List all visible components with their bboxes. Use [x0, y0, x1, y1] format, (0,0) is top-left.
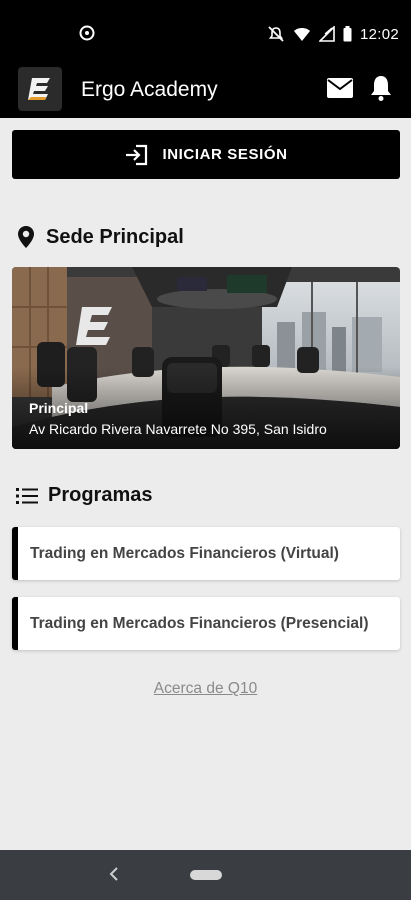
campus-caption: Principal Av Ricardo Rivera Navarrete No…: [29, 400, 327, 437]
about-q10-link[interactable]: Acerca de Q10: [0, 680, 411, 698]
app-bar: Ergo Academy: [0, 66, 411, 118]
login-button-label: INICIAR SESIÓN: [162, 146, 288, 163]
clock: 12:02: [359, 25, 399, 43]
programs-section-header: Programas: [16, 484, 153, 507]
wifi-icon: [293, 28, 310, 41]
back-icon[interactable]: [104, 862, 124, 886]
system-nav-bar: [0, 850, 411, 900]
bell-icon[interactable]: [368, 74, 394, 102]
ergo-logo-icon: [28, 78, 50, 100]
program-item-label: Trading en Mercados Financieros (Virtual…: [30, 544, 339, 562]
programs-section-title: Programas: [48, 484, 153, 506]
main-content: INICIAR SESIÓN Sede Principal Principal …: [0, 118, 411, 850]
campus-name: Principal: [29, 400, 89, 416]
app-title: Ergo Academy: [81, 78, 218, 101]
status-icons: 12:02: [267, 24, 399, 44]
status-bar: 12:02: [0, 0, 411, 66]
list-icon: [16, 487, 38, 504]
program-item-presencial[interactable]: Trading en Mercados Financieros (Presenc…: [12, 597, 400, 650]
login-button[interactable]: INICIAR SESIÓN: [12, 130, 400, 179]
app-logo: [18, 67, 62, 111]
data-saver-icon: [79, 25, 95, 41]
home-pill[interactable]: [190, 870, 222, 880]
battery-icon: [343, 26, 352, 42]
mute-icon: [268, 26, 284, 42]
program-item-label: Trading en Mercados Financieros (Presenc…: [30, 614, 369, 632]
program-item-virtual[interactable]: Trading en Mercados Financieros (Virtual…: [12, 527, 400, 580]
mail-icon[interactable]: [326, 76, 354, 100]
campus-section-title: Sede Principal: [46, 225, 184, 248]
location-pin-icon: [18, 226, 34, 248]
campus-section-header: Sede Principal: [16, 225, 184, 249]
login-icon: [126, 144, 148, 165]
campus-address: Av Ricardo Rivera Navarrete No 395, San …: [29, 421, 327, 437]
signal-icon: [318, 26, 335, 42]
campus-card[interactable]: Principal Av Ricardo Rivera Navarrete No…: [12, 267, 400, 449]
